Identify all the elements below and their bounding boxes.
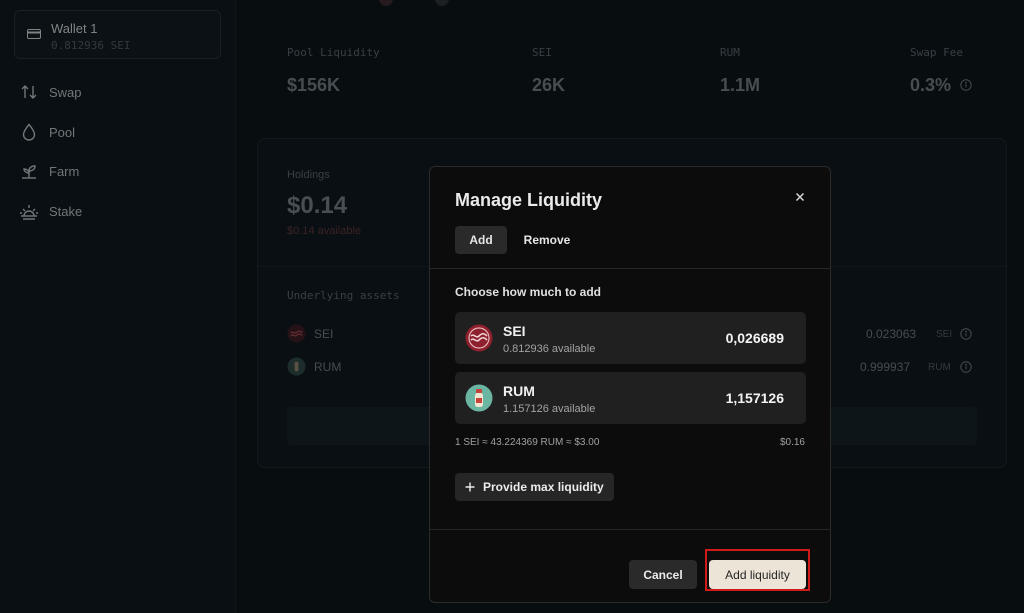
- rum-amount-box[interactable]: RUM 1.157126 available: [455, 372, 806, 424]
- asset-available: 0.812936 available: [503, 343, 596, 355]
- sei-amount-box[interactable]: SEI 0.812936 available: [455, 312, 806, 364]
- asset-available: 1.157126 available: [503, 403, 596, 415]
- total-value: $0.16: [779, 437, 805, 448]
- modal-divider: [430, 268, 830, 269]
- exchange-rate: 1 SEI ≈ 43.224369 RUM ≈ $3.00: [455, 437, 600, 448]
- tab-add[interactable]: Add: [455, 226, 507, 254]
- close-icon[interactable]: [792, 189, 808, 205]
- sei-amount-input[interactable]: [664, 326, 784, 350]
- asset-name: RUM: [503, 383, 535, 399]
- rum-amount-input[interactable]: [664, 386, 784, 410]
- cancel-button[interactable]: Cancel: [629, 560, 697, 589]
- modal-title: Manage Liquidity: [455, 190, 603, 210]
- modal-divider: [430, 529, 830, 530]
- tab-remove[interactable]: Remove: [514, 226, 580, 254]
- provide-max-liquidity-button[interactable]: Provide max liquidity: [455, 473, 614, 501]
- choose-amount-label: Choose how much to add: [455, 285, 601, 299]
- sei-token-icon: [465, 324, 493, 352]
- rum-token-icon: [465, 384, 493, 412]
- max-button-label: Provide max liquidity: [483, 480, 604, 494]
- plus-icon: [465, 482, 475, 492]
- manage-liquidity-modal: Manage Liquidity Add Remove Choose how m…: [429, 166, 831, 603]
- add-liquidity-button[interactable]: Add liquidity: [709, 560, 806, 589]
- asset-name: SEI: [503, 323, 526, 339]
